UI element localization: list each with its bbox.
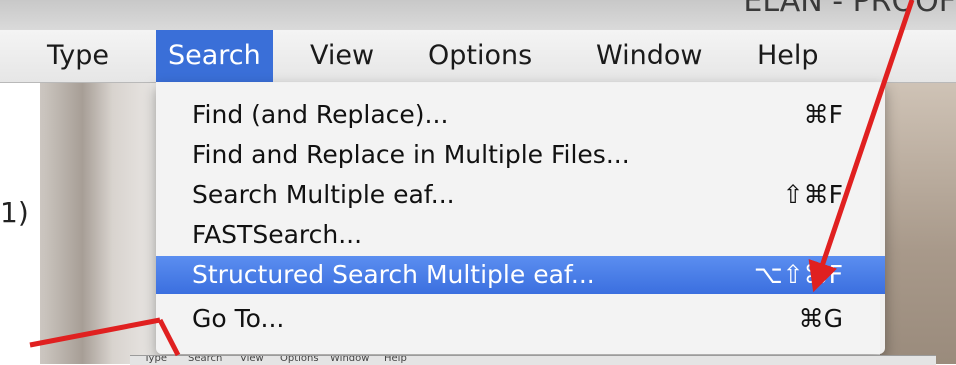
arrow-line-bottom bbox=[29, 317, 161, 348]
arrow-line-bottom-2 bbox=[157, 318, 181, 357]
annotation-arrows bbox=[29, 0, 915, 357]
arrow-to-shortcut bbox=[808, 0, 915, 293]
